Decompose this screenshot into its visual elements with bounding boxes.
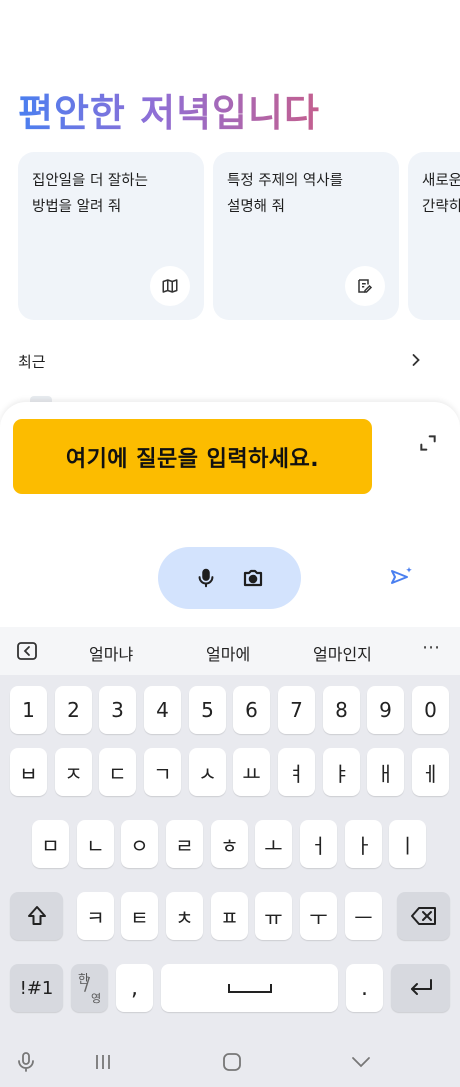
comma-key[interactable]: , (116, 964, 153, 1012)
suggestion-word[interactable]: 얼마에 (206, 641, 250, 665)
home-icon[interactable] (220, 1050, 244, 1074)
key-u[interactable]: ㅜ (300, 892, 337, 940)
key-eu[interactable]: ㅡ (345, 892, 382, 940)
key-k[interactable]: ㅋ (77, 892, 114, 940)
period-key[interactable]: . (346, 964, 383, 1012)
key-3[interactable]: 3 (99, 686, 136, 734)
key-8[interactable]: 8 (323, 686, 360, 734)
edit-note-icon (345, 266, 385, 306)
key-n[interactable]: ㄴ (77, 820, 114, 868)
collapse-toolbar-icon[interactable] (16, 641, 38, 661)
suggestion-cards: 집안일을 더 잘하는 방법을 알려 줘 특정 주제의 역사를 설명해 줘 새로운… (18, 152, 460, 320)
key-5[interactable]: 5 (189, 686, 226, 734)
key-yu[interactable]: ㅠ (255, 892, 292, 940)
shift-icon (27, 906, 46, 925)
key-d[interactable]: ㄷ (99, 748, 136, 796)
key-a[interactable]: ㅏ (345, 820, 382, 868)
camera-icon[interactable] (238, 563, 268, 593)
key-ae[interactable]: ㅐ (367, 748, 404, 796)
backspace-icon (410, 907, 436, 925)
key-1[interactable]: 1 (10, 686, 47, 734)
key-h[interactable]: ㅎ (211, 820, 248, 868)
voice-camera-pill (158, 547, 301, 609)
key-j[interactable]: ㅈ (55, 748, 92, 796)
suggestion-word[interactable]: 얼마냐 (89, 641, 133, 665)
system-navigation-bar (0, 1038, 460, 1087)
key-4[interactable]: 4 (144, 686, 181, 734)
symbols-key[interactable]: !#1 (10, 964, 63, 1012)
keyboard-suggestion-bar: 얼마냐 얼마에 얼마인지 ⋯ (0, 627, 460, 675)
key-t[interactable]: ㅌ (121, 892, 158, 940)
suggestion-card-history[interactable]: 특정 주제의 역사를 설명해 줘 (213, 152, 399, 320)
key-i[interactable]: ㅣ (389, 820, 426, 868)
keyboard: 1 2 3 4 5 6 7 8 9 0 ㅂ ㅈ ㄷ ㄱ ㅅ ㅛ ㅕ ㅑ ㅐ ㅔ … (0, 675, 460, 1038)
space-key[interactable] (161, 964, 338, 1012)
chevron-right-icon[interactable] (406, 350, 426, 370)
voice-input-icon[interactable] (14, 1050, 38, 1074)
recent-apps-icon[interactable] (91, 1050, 115, 1074)
key-2[interactable]: 2 (55, 686, 92, 734)
greeting-title: 편안한 저녁입니다 (18, 82, 320, 137)
suggestion-card-text: 집안일을 더 잘하는 방법을 알려 줘 (32, 173, 148, 215)
recent-label: 최근 (18, 353, 46, 371)
key-g[interactable]: ㄱ (144, 748, 181, 796)
key-m[interactable]: ㅁ (32, 820, 69, 868)
expand-icon[interactable] (418, 433, 438, 453)
send-sparkle-icon[interactable] (388, 564, 414, 590)
language-key-bottom: 영 (91, 992, 102, 1005)
suggestion-card-chores[interactable]: 집안일을 더 잘하는 방법을 알려 줘 (18, 152, 204, 320)
key-ng[interactable]: ㅇ (121, 820, 158, 868)
language-key[interactable]: 한 / 영 (71, 964, 108, 1012)
key-ch[interactable]: ㅊ (166, 892, 203, 940)
prompt-placeholder-banner[interactable]: 여기에 질문을 입력하세요. (13, 419, 372, 494)
shift-key[interactable] (10, 892, 63, 940)
key-b[interactable]: ㅂ (10, 748, 47, 796)
key-yeo[interactable]: ㅕ (278, 748, 315, 796)
key-7[interactable]: 7 (278, 686, 315, 734)
key-r[interactable]: ㄹ (166, 820, 203, 868)
enter-key[interactable] (391, 964, 450, 1012)
more-options-icon[interactable]: ⋯ (422, 637, 441, 658)
key-ya[interactable]: ㅑ (323, 748, 360, 796)
key-e[interactable]: ㅔ (412, 748, 449, 796)
key-yo[interactable]: ㅛ (233, 748, 270, 796)
microphone-icon[interactable] (191, 563, 221, 593)
key-0[interactable]: 0 (412, 686, 449, 734)
key-eo[interactable]: ㅓ (300, 820, 337, 868)
map-icon (150, 266, 190, 306)
key-9[interactable]: 9 (367, 686, 404, 734)
key-o[interactable]: ㅗ (255, 820, 292, 868)
backspace-key[interactable] (397, 892, 450, 940)
key-p[interactable]: ㅍ (211, 892, 248, 940)
suggestion-card-text: 새로운 간략히 (422, 173, 460, 215)
enter-icon (410, 979, 432, 995)
suggestion-card-partial[interactable]: 새로운 간략히 (408, 152, 460, 320)
key-6[interactable]: 6 (233, 686, 270, 734)
suggestion-word[interactable]: 얼마인지 (313, 641, 372, 665)
space-bar-icon (227, 984, 272, 993)
suggestion-card-text: 특정 주제의 역사를 설명해 줘 (227, 173, 343, 215)
key-s[interactable]: ㅅ (189, 748, 226, 796)
language-key-slash: / (84, 974, 91, 995)
hide-keyboard-icon[interactable] (349, 1050, 373, 1074)
